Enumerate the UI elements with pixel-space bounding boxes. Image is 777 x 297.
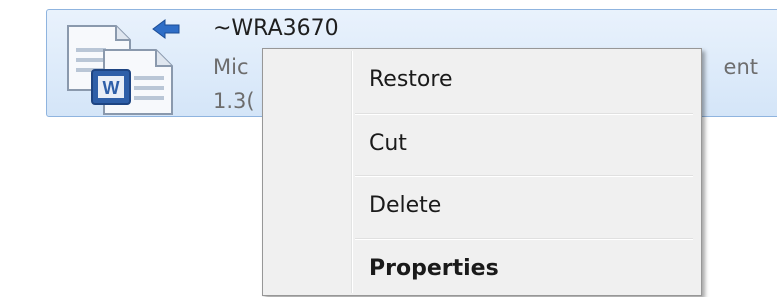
svg-text:W: W bbox=[103, 78, 120, 98]
menu-item-label: Cut bbox=[369, 131, 407, 156]
context-menu: Restore Cut Delete Properties bbox=[262, 48, 702, 296]
menu-item-restore[interactable]: Restore bbox=[265, 51, 697, 111]
file-type-start: Mic bbox=[213, 55, 249, 79]
file-size: 1.3( bbox=[213, 89, 255, 113]
file-name: ~WRA3670 bbox=[213, 16, 339, 41]
file-type-end: ent bbox=[723, 55, 758, 79]
menu-item-delete[interactable]: Delete bbox=[265, 177, 697, 237]
menu-item-label: Restore bbox=[369, 67, 453, 92]
recycle-bin-view: W ~WRA3670 Mic ent 1.3( Restore Cut Dele… bbox=[0, 0, 777, 297]
restore-arrow-icon bbox=[152, 19, 180, 39]
menu-item-properties[interactable]: Properties bbox=[265, 240, 697, 297]
menu-item-cut[interactable]: Cut bbox=[265, 115, 697, 175]
menu-item-label: Properties bbox=[369, 256, 499, 281]
menu-item-label: Delete bbox=[369, 193, 442, 218]
